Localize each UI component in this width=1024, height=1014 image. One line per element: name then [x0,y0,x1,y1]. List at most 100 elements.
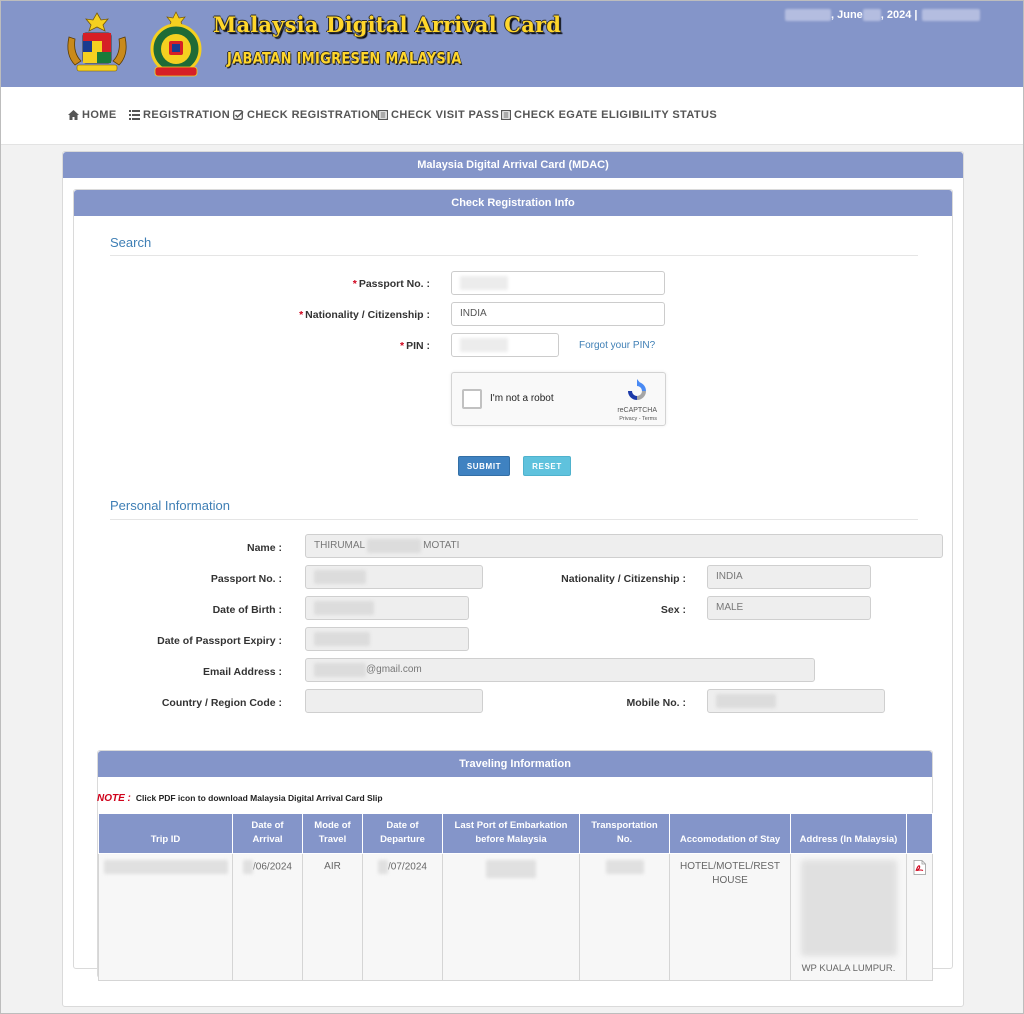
mobile-label: Mobile No. : [626,697,687,709]
redacted-date [862,9,881,21]
nav-registration-label: REGISTRATION [143,109,231,121]
personal-info-section-title: Personal Information [110,498,230,513]
redacted-expiry [314,632,370,646]
redacted-last-port [486,860,536,878]
forgot-pin-link[interactable]: Forgot your PIN? [579,340,655,351]
nav-check-visit-pass[interactable]: CHECK VISIT PASS [378,109,499,121]
required-mark: * [399,340,405,352]
personal-passport-label: Passport No. : [210,573,282,585]
redacted-time [921,9,980,21]
arrival-value: /06/2024 [253,861,292,873]
recaptcha-brand: reCAPTCHA [617,407,657,414]
sex-label: Sex : [660,604,686,616]
name-field: THIRUMAL MOTATI [305,534,943,558]
col-address: Address (In Malaysia) [790,813,907,854]
personal-nationality-label: Nationality / Citizenship : [561,573,686,585]
pdf-download-icon[interactable] [913,860,926,875]
date-month: , June [831,9,863,21]
required-mark: * [352,278,357,290]
passport-label-text: Passport No. : [358,278,430,290]
immigration-department-logo-icon [150,11,202,77]
departure-cell: /07/2024 [362,853,443,981]
nav-registration[interactable]: REGISTRATION [129,109,230,121]
table-row: /06/2024 AIR /07/2024 HOTEL/MOTEL/REST H… [98,853,933,981]
col-trip-id: Trip ID [98,813,233,854]
col-date-departure: Date of Departure [362,813,443,854]
site-logo-title: Malaysia Digital Arrival Card [213,12,562,37]
departure-value: /07/2024 [388,861,427,873]
nav-check-egate-eligibility[interactable]: CHECK EGATE ELIGIBILITY STATUS [501,109,717,121]
traveling-info-panel: Traveling Information NOTE : Click PDF ic… [97,750,933,981]
redacted-arrival-day [243,860,254,874]
nav-check-egate-eligibility-label: CHECK EGATE ELIGIBILITY STATUS [514,109,718,121]
site-logo-subtitle: JABATAN IMIGRESEN MALAYSIA [227,50,462,69]
address-cell: WP KUALA LUMPUR. [790,853,907,981]
email-field: @gmail.com [305,658,815,682]
site-header: Malaysia Digital Arrival Card JABATAN IM… [1,1,1023,87]
redacted-address [800,860,897,956]
mobile-field [707,689,885,713]
form-icon [501,110,511,120]
col-accommodation: Accomodation of Stay [669,813,791,854]
trip-id-cell [98,853,233,981]
dob-label: Date of Birth : [212,604,282,616]
pin-input[interactable] [451,333,559,357]
redacted-transport-no [605,860,644,874]
personal-info-divider [110,519,918,520]
passport-label: * Passport No. : [353,278,430,290]
personal-passport-field [305,565,483,589]
redacted-day [785,9,831,21]
nav-home-label: HOME [82,109,117,121]
name-first: THIRUMAL [314,540,366,551]
reset-button[interactable]: RESET [523,456,571,476]
redacted-passport [460,276,508,290]
note-label: NOTE : [97,793,131,804]
redacted-email-user [314,663,366,677]
pin-label-text: PIN : [406,340,430,352]
email-domain: @gmail.com [366,664,422,675]
name-label: Name : [246,542,282,554]
col-transport-no: Transportation No. [579,813,670,854]
pdf-cell [906,853,933,981]
trip-table: Trip ID Date of Arrival Mode of Travel D… [98,813,933,981]
malaysia-coat-of-arms-icon [67,12,127,72]
passport-input[interactable] [451,271,665,295]
form-icon [378,110,388,120]
redacted-name-middle [367,539,422,553]
pin-label: * PIN : [400,340,430,352]
date-bar: , June , 2024 | [785,9,980,21]
address-city: WP KUALA LUMPUR. [801,963,896,974]
redacted-trip-id [103,860,228,874]
name-last: MOTATI [423,540,460,551]
check-registration-panel: Check Registration Info Search * Passport… [73,189,953,981]
mdac-panel: Malaysia Digital Arrival Card (MDAC) Che… [62,151,964,1007]
country-code-field [305,689,483,713]
nav-check-visit-pass-label: CHECK VISIT PASS [391,109,500,121]
country-code-label: Country / Region Code : [161,697,282,709]
sex-field: MALE [707,596,871,620]
last-port-cell [442,853,580,981]
col-date-arrival: Date of Arrival [232,813,303,854]
recaptcha-terms-link[interactable]: Privacy - Terms [619,416,657,422]
search-section-title: Search [110,235,152,250]
recaptcha-widget: I'm not a robot reCAPTCHA Privacy - Term… [451,372,666,426]
col-pdf [906,813,933,854]
nav-check-registration[interactable]: CHECK REGISTRATION [233,109,379,121]
main-nav: HOME REGISTRATION CHECK REGISTRATION CHE… [1,87,1023,145]
nav-check-registration-label: CHECK REGISTRATION [247,109,379,121]
date-year: , 2024 | [880,9,918,21]
traveling-info-title: Traveling Information [98,751,932,777]
inner-panel-title: Check Registration Info [74,190,952,216]
pdf-download-note: NOTE : Click PDF icon to download Malaysi… [97,793,383,804]
arrival-cell: /06/2024 [232,853,303,981]
col-last-port: Last Port of Embarkation before Malaysia [442,813,580,854]
nationality-label: * Nationality / Citizenship : [299,309,430,321]
nav-home[interactable]: HOME [68,109,117,121]
col-mode-travel: Mode of Travel [302,813,363,854]
redacted-dob [314,601,374,615]
nationality-select[interactable]: INDIA [451,302,665,326]
trip-table-header: Trip ID Date of Arrival Mode of Travel D… [98,813,933,854]
redacted-passport [314,570,366,584]
recaptcha-checkbox[interactable] [462,389,482,409]
submit-button[interactable]: SUBMIT [458,456,510,476]
